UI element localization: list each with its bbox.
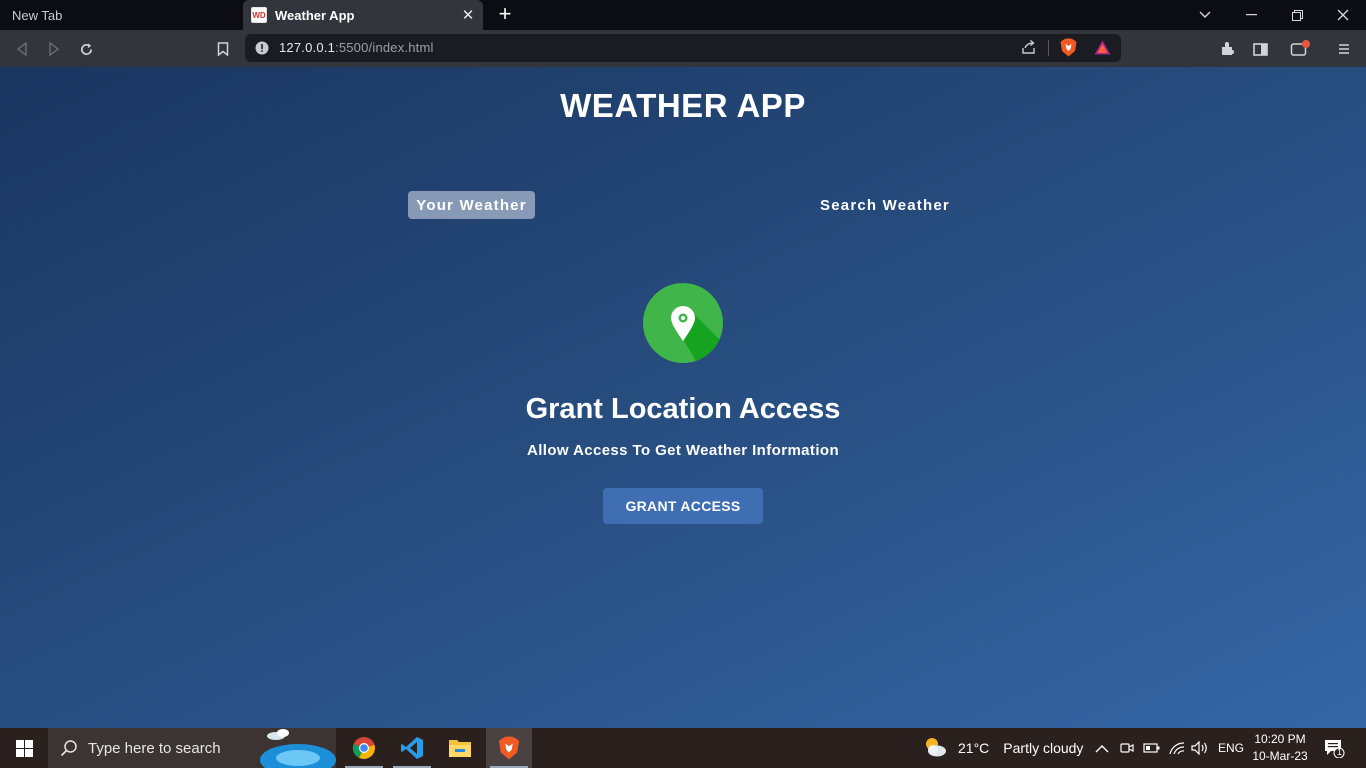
new-tab-button[interactable]: + [494, 3, 516, 26]
tab-title: New Tab [12, 7, 63, 23]
url-path: :5500/index.html [335, 40, 434, 55]
tab-title: Weather App [275, 7, 355, 23]
divider [1048, 40, 1049, 56]
grant-location-heading: Grant Location Access [525, 393, 841, 425]
taskbar-vscode-icon[interactable] [389, 728, 435, 768]
url-text: 127.0.0.1:5500/index.html [279, 40, 434, 55]
favicon-icon: WD [251, 7, 267, 23]
address-bar[interactable]: 127.0.0.1:5500/index.html [245, 34, 1121, 62]
notification-count-badge: 1 [1337, 747, 1343, 757]
partly-cloudy-icon [922, 735, 948, 762]
tab-search-chevron-icon[interactable] [1182, 0, 1228, 30]
site-info-icon[interactable] [255, 41, 269, 60]
sidebar-icon[interactable] [1247, 36, 1273, 62]
search-placeholder: Type here to search [88, 739, 221, 757]
windows-start-button[interactable] [0, 728, 48, 768]
weather-description: Partly cloudy [1003, 740, 1084, 756]
tab-weather-app[interactable]: WD Weather App ✕ [243, 0, 483, 30]
location-pin-icon [643, 283, 723, 363]
share-icon[interactable] [1021, 39, 1037, 60]
minimize-button[interactable] [1228, 0, 1274, 30]
input-language[interactable]: ENG [1218, 728, 1244, 768]
windows-logo-icon [15, 739, 33, 757]
wallet-icon[interactable] [1287, 36, 1313, 62]
taskbar-search-box[interactable]: Type here to search [48, 728, 336, 768]
search-icon [60, 739, 78, 762]
show-hidden-icons-chevron-icon[interactable] [1095, 728, 1109, 768]
tab-search-weather[interactable]: Search Weather [812, 191, 958, 219]
meet-now-icon[interactable] [1120, 728, 1134, 768]
close-window-button[interactable] [1320, 0, 1366, 30]
volume-icon[interactable] [1191, 728, 1209, 768]
brave-shields-icon[interactable] [1060, 38, 1077, 62]
tab-your-weather[interactable]: Your Weather [408, 191, 535, 219]
windows-taskbar: Type here to search 21°C Partly cloudy E… [0, 728, 1366, 768]
clock-time: 10:20 PM [1254, 732, 1306, 746]
restore-button[interactable] [1274, 0, 1320, 30]
taskbar-file-explorer-icon[interactable] [437, 728, 483, 768]
clock-date: 10-Mar-23 [1252, 749, 1308, 763]
taskbar-chrome-icon[interactable] [341, 728, 387, 768]
page-viewport: WEATHER APP Your Weather Search Weather … [0, 67, 1366, 728]
extensions-icon[interactable] [1215, 36, 1241, 62]
taskbar-brave-icon[interactable] [486, 728, 532, 768]
taskbar-weather-widget[interactable]: 21°C Partly cloudy [922, 728, 1083, 768]
grant-location-subtitle: Allow Access To Get Weather Information [526, 442, 840, 459]
grant-access-button[interactable]: GRANT ACCESS [603, 488, 763, 524]
tab-new-tab[interactable]: New Tab [0, 0, 242, 30]
notifications-icon[interactable]: 1 [1323, 728, 1345, 768]
forward-button[interactable] [41, 36, 67, 62]
page-title: WEATHER APP [560, 87, 806, 124]
close-icon[interactable]: ✕ [459, 6, 477, 24]
brave-rewards-icon[interactable] [1094, 40, 1111, 60]
battery-icon[interactable] [1143, 728, 1161, 768]
search-highlight-image [256, 728, 336, 768]
reload-button[interactable] [73, 36, 99, 62]
url-host: 127.0.0.1 [279, 40, 336, 55]
menu-icon[interactable] [1331, 36, 1357, 62]
weather-temperature: 21°C [958, 740, 990, 756]
wifi-icon[interactable] [1168, 728, 1186, 768]
back-button[interactable] [9, 36, 35, 62]
bookmark-icon[interactable] [210, 36, 236, 62]
taskbar-clock[interactable]: 10:20 PM 10-Mar-23 [1248, 731, 1312, 765]
browser-tab-strip: New Tab WD Weather App ✕ + [0, 0, 1366, 30]
